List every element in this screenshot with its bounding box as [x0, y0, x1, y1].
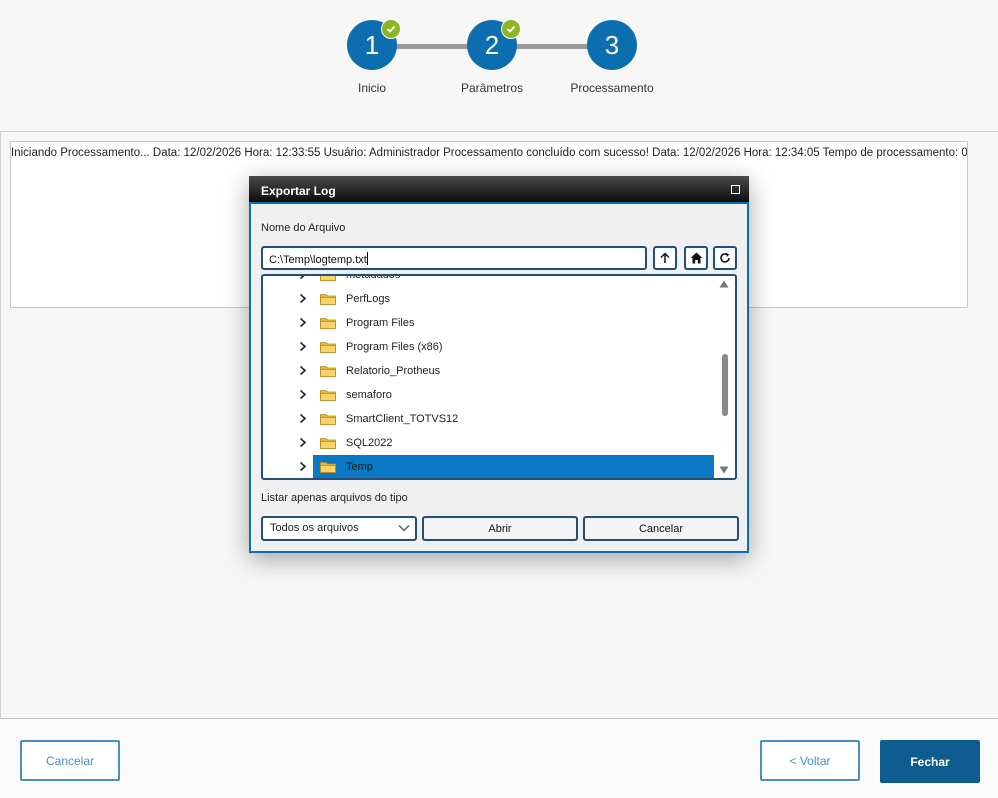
folder-tree-item[interactable]: Relatorio_Protheus: [263, 359, 717, 383]
folder-tree-item[interactable]: PerfLogs: [263, 287, 717, 311]
footer: Cancelar < Voltar Fechar: [0, 719, 998, 798]
chevron-right-icon[interactable]: [299, 437, 307, 448]
folder-icon: [320, 438, 336, 449]
folder-icon: [320, 366, 336, 377]
chevron-right-icon[interactable]: [299, 293, 307, 304]
folder-name: Program Files: [346, 317, 415, 329]
chevron-right-icon[interactable]: [299, 317, 307, 328]
scroll-up-icon[interactable]: [719, 280, 729, 288]
step-2-label: Parâmetros: [460, 81, 524, 95]
folder-name: metadados: [346, 274, 401, 281]
open-button[interactable]: Abrir: [422, 516, 578, 541]
chevron-right-icon[interactable]: [299, 389, 307, 400]
selection-highlight: [313, 455, 714, 478]
maximize-icon[interactable]: [731, 185, 740, 194]
folder-name: Relatorio_Protheus: [346, 365, 441, 377]
home-icon: [690, 252, 702, 264]
chevron-right-icon[interactable]: [299, 341, 307, 352]
folder-icon: [320, 318, 336, 329]
folder-tree-item[interactable]: Program Files (x86): [263, 335, 717, 359]
chevron-down-icon: [398, 525, 410, 532]
chevron-right-icon[interactable]: [299, 413, 307, 424]
cancel-button[interactable]: Cancelar: [20, 740, 120, 781]
step-1-label: Inicio: [357, 81, 386, 95]
folder-name: Program Files (x86): [346, 341, 443, 353]
folder-icon: [320, 276, 336, 281]
step-connector: [516, 44, 588, 49]
log-text: Iniciando Processamento... Data: 12/02/2…: [11, 147, 968, 159]
dialog-cancel-button[interactable]: Cancelar: [583, 516, 739, 541]
export-log-dialog: Exportar Log Nome do Arquivo C:\Temp\log…: [249, 176, 749, 553]
text-caret: [366, 252, 368, 265]
folder-name: Temp: [346, 461, 373, 473]
dialog-titlebar[interactable]: Exportar Log: [249, 176, 749, 204]
folder-name: SmartClient_TOTVS12: [346, 413, 459, 425]
back-button[interactable]: < Voltar: [760, 740, 860, 781]
folder-icon: [320, 462, 336, 473]
step-3-label: Processamento: [570, 81, 654, 95]
folder-name: PerfLogs: [346, 293, 391, 305]
chevron-right-icon[interactable]: [299, 365, 307, 376]
folder-icon: [320, 390, 336, 401]
folder-name: SQL2022: [346, 437, 393, 449]
wizard-steps: 1 Inicio 2 Parâmetros 3 Processamento: [0, 0, 998, 131]
home-button[interactable]: [684, 246, 708, 270]
folder-icon: [320, 342, 336, 353]
folder-tree-item[interactable]: Program Files: [263, 311, 717, 335]
file-type-select[interactable]: Todos os arquivos: [261, 516, 417, 541]
filter-label: Listar apenas arquivos do tipo: [261, 492, 408, 504]
refresh-icon: [720, 252, 730, 263]
folder-tree-item[interactable]: SQL2022: [263, 431, 717, 455]
folder-tree-item[interactable]: Temp: [263, 455, 717, 478]
folder-tree-item[interactable]: metadados: [263, 274, 717, 287]
filename-label: Nome do Arquivo: [261, 222, 346, 234]
scroll-down-icon[interactable]: [719, 466, 729, 474]
folder-tree-item[interactable]: SmartClient_TOTVS12: [263, 407, 717, 431]
close-button[interactable]: Fechar: [880, 740, 980, 783]
folder-tree-item[interactable]: semaforo: [263, 383, 717, 407]
arrow-up-icon: [660, 252, 670, 263]
step-2-check-icon: [501, 19, 521, 39]
step-3-circle: 3: [587, 20, 637, 70]
dialog-title: Exportar Log: [261, 184, 336, 198]
refresh-button[interactable]: [713, 246, 737, 270]
folder-tree[interactable]: metadados PerfLogs Program Files Program Fi…: [261, 274, 737, 480]
folder-icon: [320, 294, 336, 305]
folder-icon: [320, 414, 336, 425]
chevron-right-icon[interactable]: [299, 461, 307, 472]
step-connector: [396, 44, 468, 49]
parent-folder-button[interactable]: [653, 246, 677, 270]
scrollbar-thumb[interactable]: [722, 354, 728, 416]
filename-input[interactable]: C:\Temp\logtemp.txt: [261, 246, 647, 270]
folder-name: semaforo: [346, 389, 392, 401]
step-1-check-icon: [381, 19, 401, 39]
chevron-right-icon[interactable]: [299, 274, 307, 280]
